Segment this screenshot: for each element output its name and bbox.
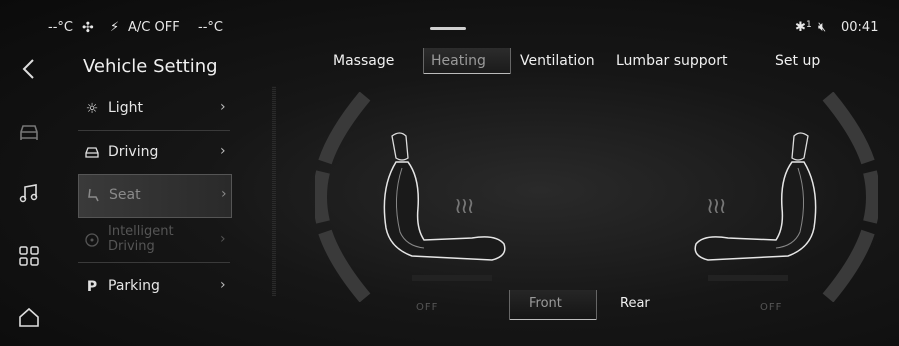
ac-status[interactable]: A/C OFF: [128, 20, 180, 36]
home-icon[interactable]: [14, 302, 44, 332]
drawer-handle[interactable]: [430, 27, 466, 30]
right-heat-icon: ≀≀≀: [706, 194, 727, 219]
bluetooth-icon: ✱: [795, 20, 806, 35]
apps-icon[interactable]: [14, 241, 44, 271]
status-bar: --°C ✣ ⚡ A/C OFF --°C ✱ 1 🔇︎ 00:41: [0, 0, 899, 40]
menu-item-label: Parking: [108, 278, 160, 294]
menu-item-label: Intelligent Driving: [108, 224, 174, 254]
tab-lumbar-support[interactable]: Lumbar support: [616, 53, 728, 69]
clock: 00:41: [841, 20, 879, 35]
chevron-right-icon: ›: [220, 231, 226, 247]
chevron-right-icon: ›: [220, 277, 226, 293]
ac-icon: ⚡: [110, 20, 120, 35]
seat-icon: [84, 187, 102, 205]
sun-icon: ☼: [85, 101, 99, 117]
right-seat-status: OFF: [760, 302, 783, 313]
front-left-seat[interactable]: [372, 128, 512, 288]
tab-rear[interactable]: Rear: [620, 296, 650, 311]
right-temp[interactable]: --°C: [198, 20, 223, 36]
tab-ventilation[interactable]: Ventilation: [520, 53, 595, 69]
menu-item-label: Driving: [108, 144, 159, 160]
bluetooth-count: 1: [806, 20, 812, 30]
car-icon: [83, 144, 101, 162]
screen: --°C ✣ ⚡ A/C OFF --°C ✱ 1 🔇︎ 00:41 Vehic…: [0, 0, 899, 346]
car-icon[interactable]: [14, 116, 44, 146]
back-icon[interactable]: [14, 54, 44, 84]
menu-item-driving[interactable]: Driving ›: [78, 132, 230, 175]
tab-set-up[interactable]: Set up: [775, 53, 820, 69]
menu-title: Vehicle Setting: [83, 56, 218, 77]
left-heat-level-arc[interactable]: [315, 92, 375, 302]
panel-divider: [272, 86, 276, 296]
fan-icon[interactable]: ✣: [82, 20, 94, 36]
steering-icon: [83, 232, 101, 250]
parking-icon: P: [86, 279, 98, 295]
menu-item-parking[interactable]: P Parking ›: [78, 266, 230, 308]
tab-front[interactable]: Front: [529, 296, 562, 311]
left-heat-icon: ≀≀≀: [454, 194, 475, 219]
chevron-right-icon: ›: [220, 143, 226, 159]
chevron-right-icon: ›: [221, 186, 227, 202]
menu-item-light[interactable]: ☼ Light ›: [78, 88, 230, 131]
menu-item-seat[interactable]: Seat ›: [78, 174, 232, 218]
menu-item-intelligent-driving[interactable]: Intelligent Driving ›: [78, 220, 230, 263]
tab-massage[interactable]: Massage: [333, 53, 394, 69]
chevron-right-icon: ›: [220, 99, 226, 115]
menu-item-label: Light: [108, 100, 143, 116]
menu-item-label: Seat: [109, 187, 141, 203]
left-seat-status: OFF: [416, 302, 439, 313]
music-icon[interactable]: [14, 178, 44, 208]
left-temp[interactable]: --°C: [48, 20, 73, 36]
tab-heating[interactable]: Heating: [431, 53, 486, 69]
mute-icon[interactable]: 🔇︎: [818, 20, 826, 36]
left-rail: [0, 40, 62, 346]
